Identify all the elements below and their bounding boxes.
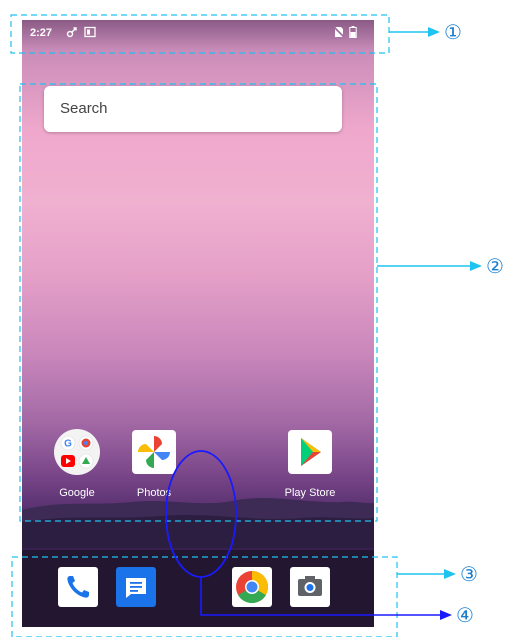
google-folder-icon: G	[54, 429, 100, 475]
callout-arrow-3	[444, 569, 456, 579]
chrome-icon[interactable]	[232, 567, 272, 607]
wallpaper-mountains	[22, 498, 374, 548]
usb-debug-icon	[66, 27, 77, 38]
dock	[22, 550, 374, 627]
callout-arrow-2	[470, 261, 482, 271]
photos-pinwheel-icon	[132, 430, 176, 474]
camera-icon[interactable]	[290, 567, 330, 607]
callout-number-2: ②	[486, 254, 504, 278]
callout-number-3: ③	[460, 562, 478, 586]
search-placeholder: Search	[60, 100, 108, 117]
status-bar: 2:27	[22, 20, 374, 46]
sd-card-icon	[84, 26, 96, 38]
callout-arrow-4	[440, 610, 452, 620]
no-sim-icon	[333, 26, 345, 38]
phone-icon[interactable]	[58, 567, 98, 607]
messages-icon[interactable]	[116, 567, 156, 607]
svg-text:G: G	[64, 439, 72, 450]
status-time: 2:27	[30, 27, 53, 39]
callout-number-4: ④	[456, 603, 474, 627]
search-bar[interactable]: Search	[44, 86, 342, 132]
callout-arrow-1	[428, 27, 440, 37]
play-store-icon	[288, 430, 332, 474]
battery-icon	[349, 26, 357, 38]
phone-screen: 2:27 Search G Google Photos Play Store	[22, 20, 374, 627]
callout-number-1: ①	[444, 20, 462, 44]
